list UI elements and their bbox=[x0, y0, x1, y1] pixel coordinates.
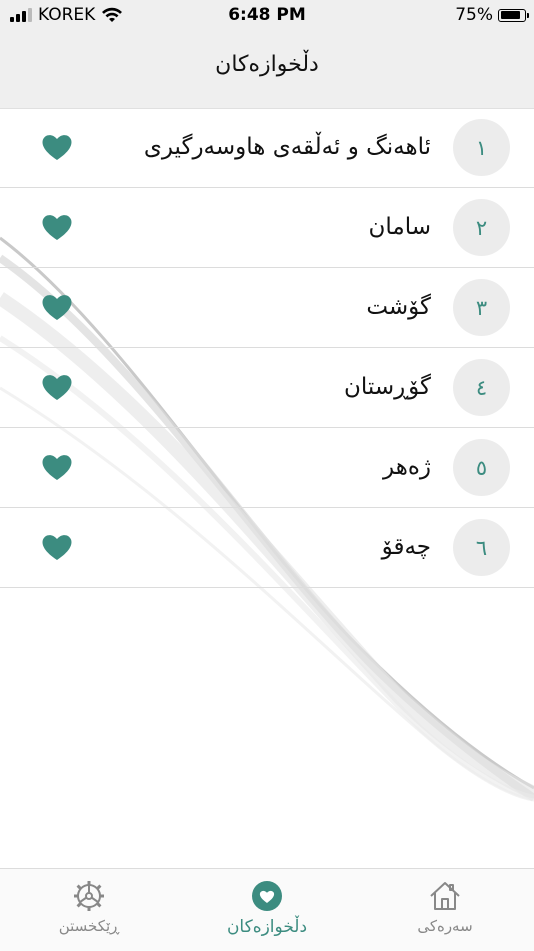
battery-icon bbox=[498, 8, 529, 22]
favorite-number: ٣ bbox=[453, 279, 510, 336]
tab-favorites[interactable]: دڵخوازەکان bbox=[178, 869, 356, 951]
tab-home[interactable]: سەرەکی bbox=[356, 869, 534, 951]
favorite-title: ئاهەنگ و ئەڵقەی هاوسەرگیری bbox=[143, 134, 431, 160]
status-right: 75% bbox=[455, 5, 529, 25]
nav-header: دڵخوازەکان bbox=[0, 30, 534, 109]
heart-icon[interactable] bbox=[41, 372, 73, 402]
settings-icon bbox=[74, 881, 104, 911]
favorite-number: ١ bbox=[453, 119, 510, 176]
favorites-list: ئاهەنگ و ئەڵقەی هاوسەرگیری ١ سامان ٢ گۆشت ٣ گۆ… bbox=[0, 108, 534, 588]
heart-icon[interactable] bbox=[41, 132, 73, 162]
heart-icon[interactable] bbox=[41, 212, 73, 242]
favorite-row[interactable]: چەقۆ ٦ bbox=[0, 508, 534, 588]
favorite-row[interactable]: گۆشت ٣ bbox=[0, 268, 534, 348]
heart-icon bbox=[252, 881, 282, 911]
page-title: دڵخوازەکان bbox=[215, 52, 319, 77]
tab-bar: ڕێکخستن دڵخوازەکان سەرەکی bbox=[0, 868, 534, 951]
favorite-row[interactable]: ژەهر ٥ bbox=[0, 428, 534, 508]
home-icon bbox=[430, 882, 460, 910]
heart-icon[interactable] bbox=[41, 292, 73, 322]
battery-percent: 75% bbox=[455, 5, 493, 25]
favorite-title: سامان bbox=[368, 214, 432, 240]
tab-settings[interactable]: ڕێکخستن bbox=[0, 869, 178, 951]
tab-home-label: سەرەکی bbox=[417, 917, 473, 935]
tab-settings-label: ڕێکخستن bbox=[58, 917, 120, 935]
favorite-row[interactable]: سامان ٢ bbox=[0, 188, 534, 268]
favorite-title: گۆڕستان bbox=[344, 374, 431, 400]
favorite-number: ٦ bbox=[453, 519, 510, 576]
favorite-title: گۆشت bbox=[366, 294, 431, 320]
heart-icon[interactable] bbox=[41, 452, 73, 482]
status-time: 6:48 PM bbox=[228, 5, 306, 25]
status-bar: KOREK 6:48 PM 75% bbox=[0, 0, 534, 30]
favorite-row[interactable]: ئاهەنگ و ئەڵقەی هاوسەرگیری ١ bbox=[0, 108, 534, 188]
favorite-title: چەقۆ bbox=[381, 534, 431, 560]
favorite-row[interactable]: گۆڕستان ٤ bbox=[0, 348, 534, 428]
favorite-number: ٢ bbox=[453, 199, 510, 256]
heart-icon[interactable] bbox=[41, 532, 73, 562]
favorite-number: ٥ bbox=[453, 439, 510, 496]
favorite-title: ژەهر bbox=[383, 454, 431, 480]
tab-favorites-label: دڵخوازەکان bbox=[226, 917, 308, 937]
favorite-number: ٤ bbox=[453, 359, 510, 416]
